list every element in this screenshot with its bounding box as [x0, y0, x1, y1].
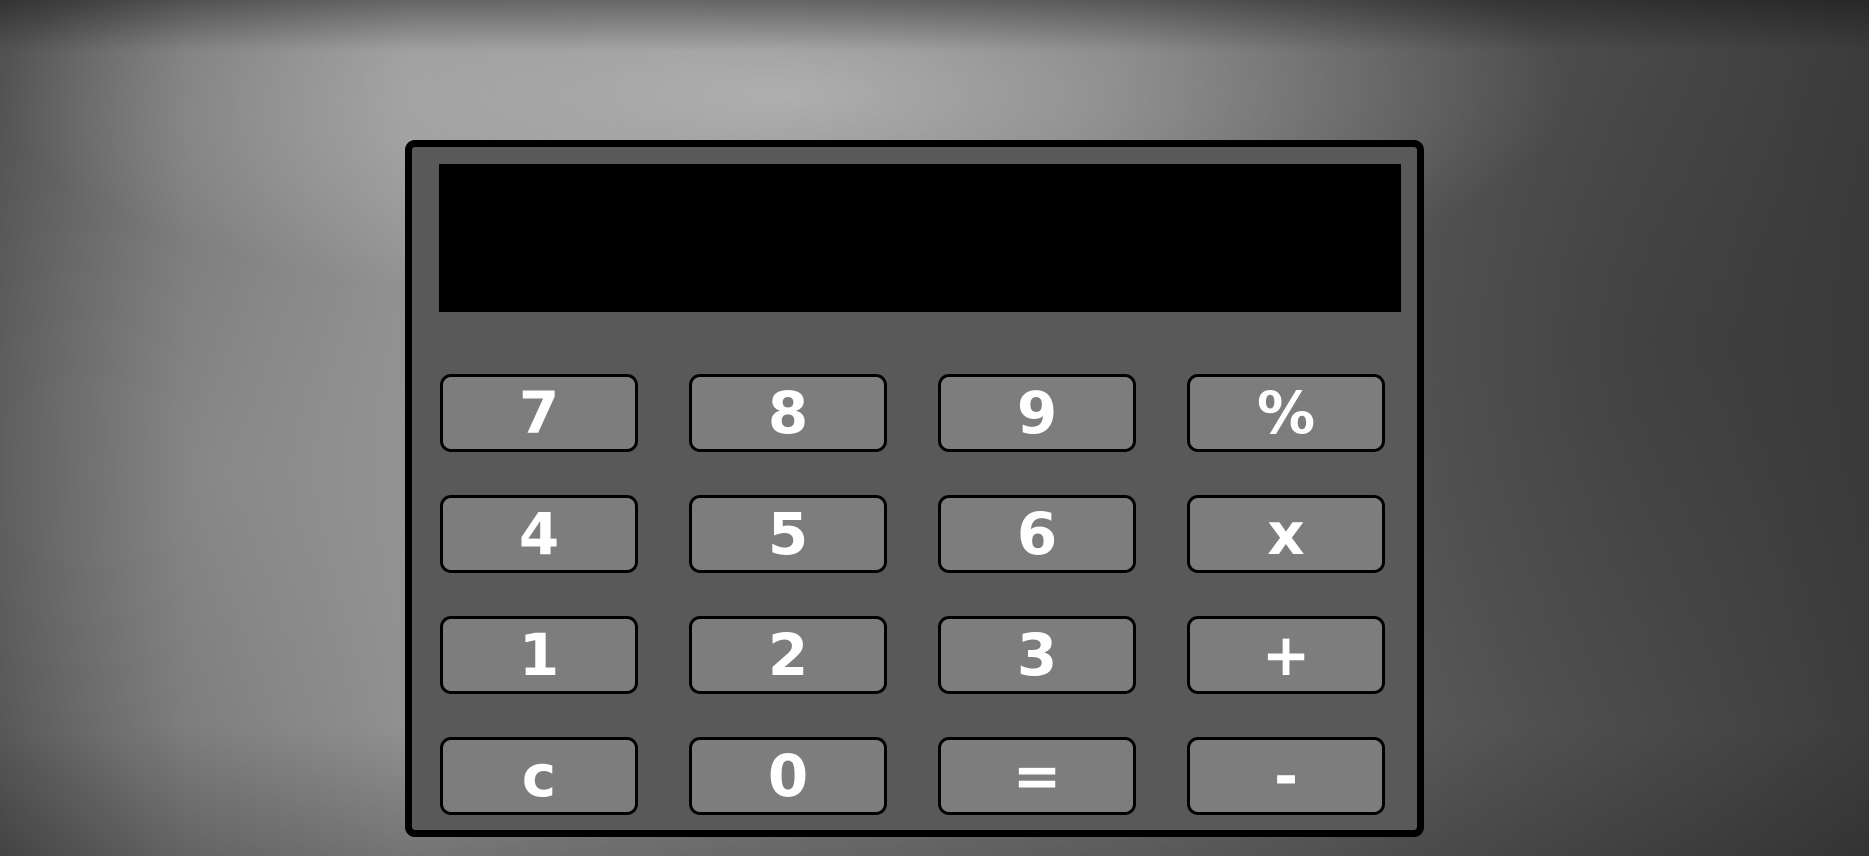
- key-plus[interactable]: +: [1187, 616, 1385, 694]
- key-minus[interactable]: -: [1187, 737, 1385, 815]
- key-multiply[interactable]: x: [1187, 495, 1385, 573]
- key-9[interactable]: 9: [938, 374, 1136, 452]
- key-2[interactable]: 2: [689, 616, 887, 694]
- key-3[interactable]: 3: [938, 616, 1136, 694]
- key-percent[interactable]: %: [1187, 374, 1385, 452]
- key-4[interactable]: 4: [440, 495, 638, 573]
- key-5[interactable]: 5: [689, 495, 887, 573]
- keypad: 7 8 9 % 4 5 6 x 1 2 3 + c 0 = -: [440, 374, 1385, 815]
- calculator: 7 8 9 % 4 5 6 x 1 2 3 + c 0 = -: [405, 140, 1424, 837]
- calculator-display: [439, 164, 1401, 312]
- key-0[interactable]: 0: [689, 737, 887, 815]
- key-6[interactable]: 6: [938, 495, 1136, 573]
- key-1[interactable]: 1: [440, 616, 638, 694]
- key-7[interactable]: 7: [440, 374, 638, 452]
- key-8[interactable]: 8: [689, 374, 887, 452]
- key-clear[interactable]: c: [440, 737, 638, 815]
- key-equals[interactable]: =: [938, 737, 1136, 815]
